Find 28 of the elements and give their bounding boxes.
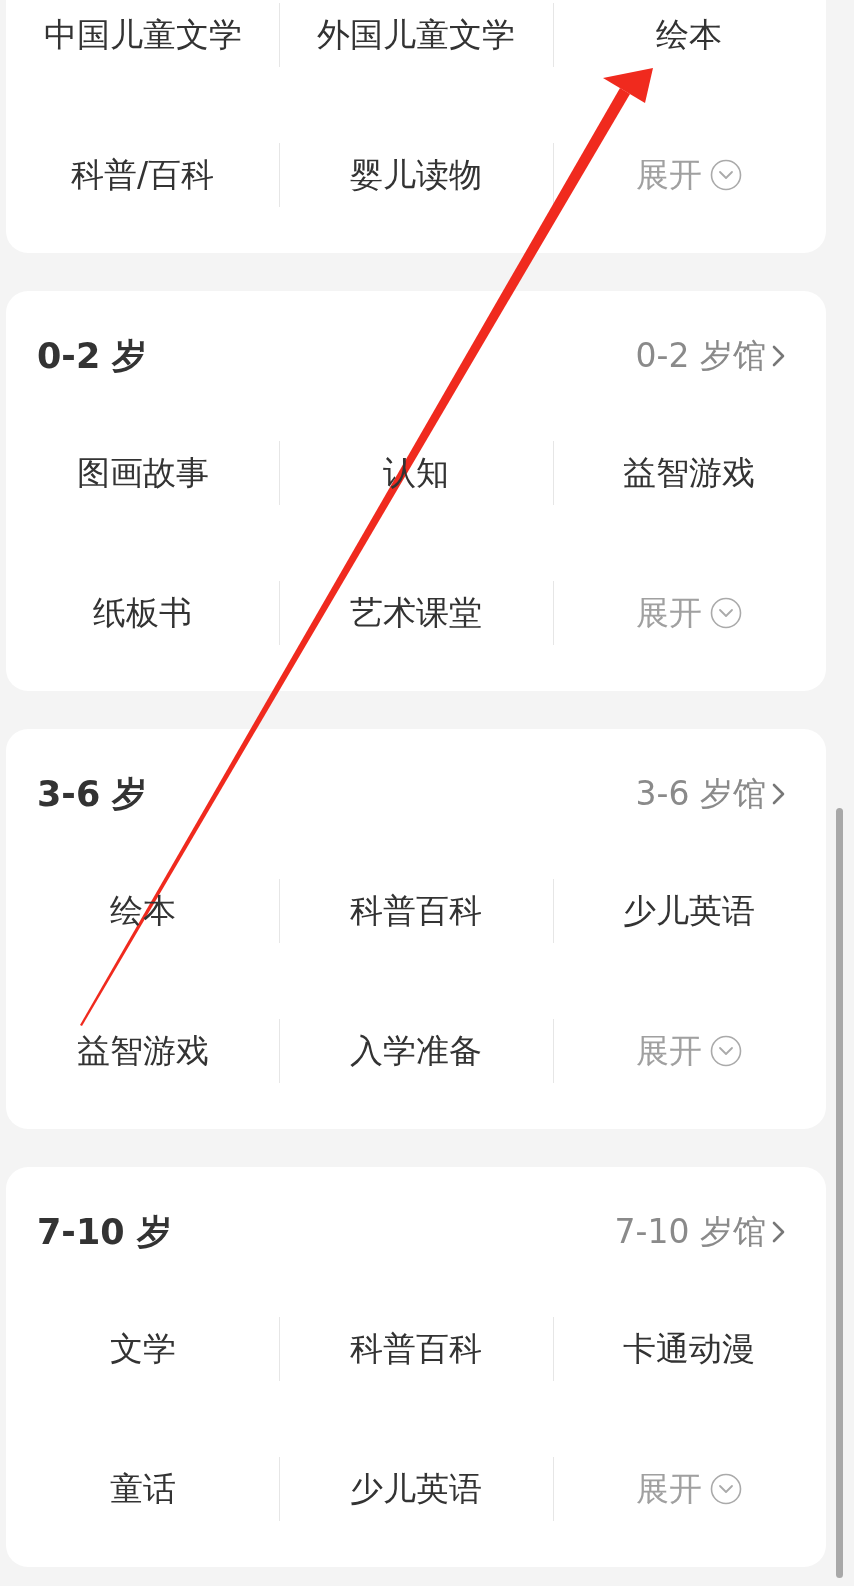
category-link[interactable]: 中国儿童文学: [43, 10, 242, 60]
expand-circle-icon: [710, 1473, 743, 1505]
category-link[interactable]: 少儿英语: [350, 1464, 482, 1514]
expand-circle-icon: [710, 597, 743, 629]
chevron-right-icon: [772, 782, 786, 806]
section-title: 0-2 岁: [37, 334, 148, 378]
category-link[interactable]: 科普百科: [350, 886, 482, 936]
category-link[interactable]: 外国儿童文学: [317, 10, 515, 60]
category-link[interactable]: 绘本: [656, 10, 723, 60]
category-link[interactable]: 科普/百科: [71, 150, 215, 200]
category-link[interactable]: 科普百科: [350, 1324, 482, 1374]
category-link[interactable]: 卡通动漫: [623, 1324, 756, 1374]
category-link[interactable]: 入学准备: [350, 1026, 482, 1076]
category-link[interactable]: 图画故事: [76, 448, 209, 498]
category-link[interactable]: 纸板书: [93, 588, 193, 638]
category-link[interactable]: 益智游戏: [76, 1026, 209, 1076]
expand-circle-icon: [710, 159, 743, 191]
chevron-right-icon: [772, 344, 786, 368]
category-link[interactable]: 益智游戏: [623, 448, 756, 498]
category-link[interactable]: 童话: [109, 1464, 176, 1514]
category-link[interactable]: 少儿英语: [623, 886, 756, 936]
section-title: 3-6 岁: [37, 772, 148, 816]
section-title: 7-10 岁: [37, 1210, 172, 1254]
category-link[interactable]: 艺术课堂: [350, 588, 482, 638]
chevron-right-icon: [772, 1220, 786, 1244]
category-link[interactable]: 婴儿读物: [350, 150, 482, 200]
category-link[interactable]: 文学: [109, 1324, 176, 1374]
expand-circle-icon: [710, 1035, 743, 1067]
